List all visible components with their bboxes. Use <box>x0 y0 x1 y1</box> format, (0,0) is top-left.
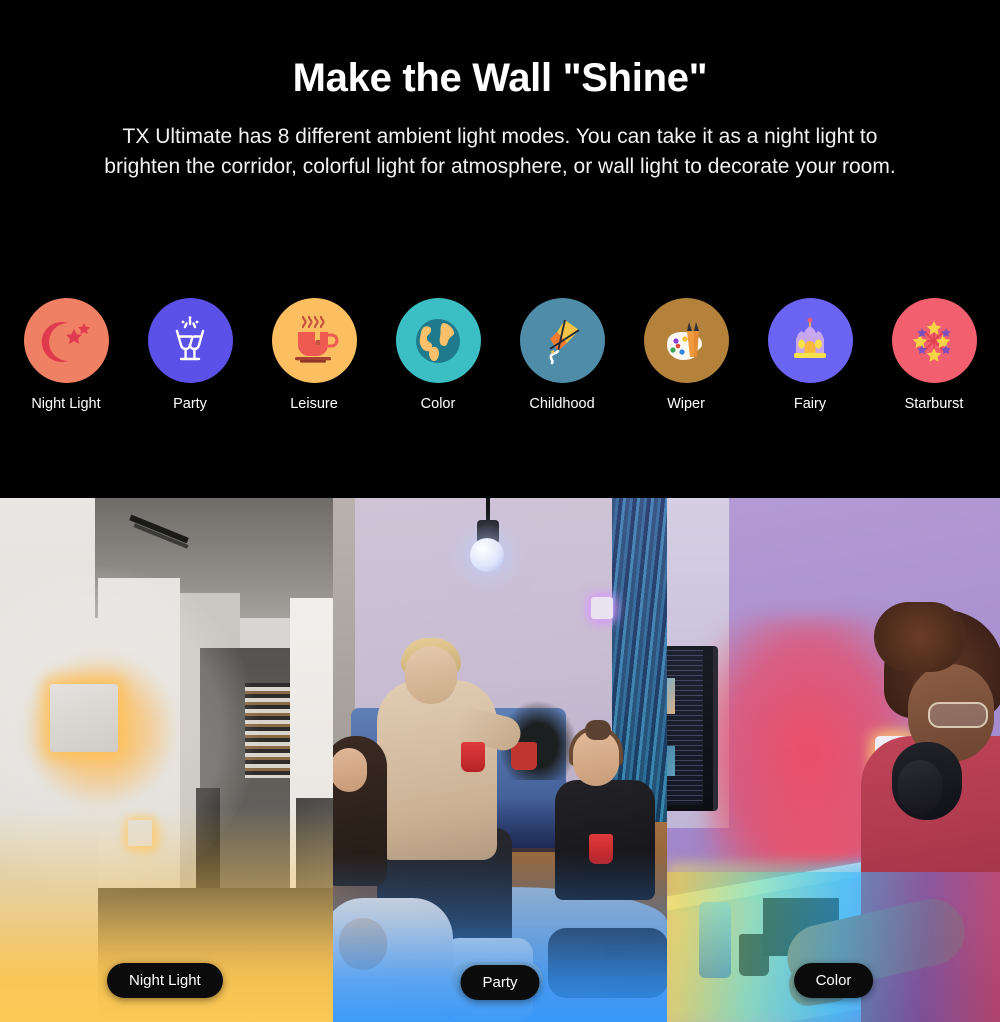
mode-label: Party <box>173 396 207 412</box>
moon-stars-icon <box>41 321 90 362</box>
mode-item-leisure[interactable]: Leisure <box>271 298 357 412</box>
mode-label: Fairy <box>793 396 827 412</box>
mode-label: Color <box>420 396 456 412</box>
hero-section: Make the Wall "Shine" TX Ultimate has 8 … <box>0 0 1000 182</box>
mode-circle-color <box>395 298 481 383</box>
photo-caption-color: Color <box>793 963 874 998</box>
kite-icon <box>549 319 580 364</box>
castle-icon <box>794 317 826 358</box>
mode-item-night-light[interactable]: Night Light <box>23 298 109 412</box>
fireworks-icon <box>912 320 951 362</box>
mode-item-party[interactable]: Party <box>147 298 233 412</box>
mode-item-color[interactable]: Color <box>395 298 481 412</box>
mode-label: Starburst <box>904 396 964 412</box>
mode-item-childhood[interactable]: Childhood <box>519 298 605 412</box>
mode-label: Leisure <box>290 396 338 412</box>
photo-caption-night-light: Night Light <box>107 963 223 998</box>
photo-panel-color[interactable]: Color <box>667 498 1000 1022</box>
mode-circle-night-light <box>23 298 109 383</box>
photo-strip: Night Light Party Color <box>0 498 1000 1022</box>
mode-circle-leisure <box>271 298 357 383</box>
page-subtitle: TX Ultimate has 8 different ambient ligh… <box>104 125 896 178</box>
mode-item-wiper[interactable]: Wiper <box>643 298 729 412</box>
mode-circle-fairy <box>767 298 853 383</box>
photo-panel-party[interactable]: Party <box>333 498 667 1022</box>
photo-panel-night-light[interactable]: Night Light <box>0 498 333 1022</box>
champagne-glasses-icon <box>175 315 205 360</box>
paint-palette-icon <box>667 321 702 360</box>
light-mode-list: Night Light Party Leisure Color Childhoo… <box>0 298 1000 412</box>
teacup-icon <box>295 315 339 363</box>
globe-icon <box>416 318 460 363</box>
mode-label: Night Light <box>31 396 101 412</box>
mode-circle-starburst <box>891 298 977 383</box>
gamer-photo <box>667 498 1000 1022</box>
mode-circle-wiper <box>643 298 729 383</box>
mode-item-fairy[interactable]: Fairy <box>767 298 853 412</box>
mode-label: Childhood <box>529 396 595 412</box>
corridor-photo <box>0 498 333 1022</box>
page-title: Make the Wall "Shine" <box>292 56 708 100</box>
party-photo <box>333 498 667 1022</box>
mode-label: Wiper <box>667 396 705 412</box>
mode-circle-party <box>147 298 233 383</box>
mode-circle-childhood <box>519 298 605 383</box>
mode-item-starburst[interactable]: Starburst <box>891 298 977 412</box>
photo-caption-party: Party <box>460 965 540 1000</box>
promo-page: Make the Wall "Shine" TX Ultimate has 8 … <box>0 0 1000 1022</box>
